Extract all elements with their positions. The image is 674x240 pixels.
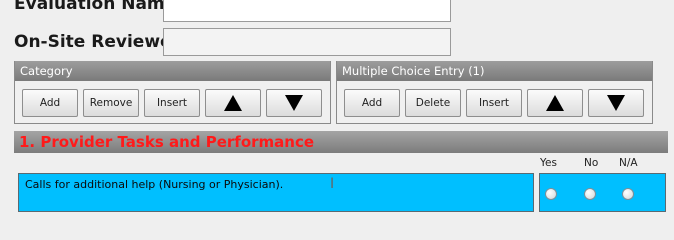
arrow-down-icon	[285, 95, 303, 111]
answer-options-box	[539, 173, 666, 212]
text-cursor-icon: I	[330, 176, 335, 192]
choice-move-up-button[interactable]	[527, 89, 583, 117]
category-add-button[interactable]: Add	[22, 89, 78, 117]
choice-move-down-button[interactable]	[588, 89, 644, 117]
category-panel-title: Category	[15, 61, 330, 81]
radio-na[interactable]	[622, 188, 634, 200]
question-text-field[interactable]: Calls for additional help (Nursing or Ph…	[18, 173, 534, 212]
multiple-choice-panel: Multiple Choice Entry (1) Add Delete Ins…	[336, 61, 653, 124]
arrow-down-icon	[607, 95, 625, 111]
evaluation-name-label: Evaluation Name:	[14, 0, 183, 14]
choice-delete-button[interactable]: Delete	[405, 89, 461, 117]
column-header-yes: Yes	[540, 157, 557, 169]
category-move-down-button[interactable]	[266, 89, 322, 117]
evaluation-name-input[interactable]	[163, 0, 451, 22]
category-remove-button[interactable]: Remove	[83, 89, 139, 117]
radio-yes[interactable]	[545, 188, 557, 200]
category-insert-button[interactable]: Insert	[144, 89, 200, 117]
category-move-up-button[interactable]	[205, 89, 261, 117]
arrow-up-icon	[546, 95, 564, 111]
column-header-no: No	[584, 157, 599, 169]
column-header-na: N/A	[619, 157, 638, 169]
arrow-up-icon	[224, 95, 242, 111]
multiple-choice-panel-title: Multiple Choice Entry (1)	[337, 61, 652, 81]
category-panel: Category Add Remove Insert	[14, 61, 331, 124]
on-site-reviewer-input[interactable]	[163, 28, 451, 56]
radio-no[interactable]	[584, 188, 596, 200]
section-title: 1. Provider Tasks and Performance	[14, 131, 668, 153]
choice-insert-button[interactable]: Insert	[466, 89, 522, 117]
on-site-reviewer-label: On-Site Reviewer:	[14, 32, 187, 52]
choice-add-button[interactable]: Add	[344, 89, 400, 117]
